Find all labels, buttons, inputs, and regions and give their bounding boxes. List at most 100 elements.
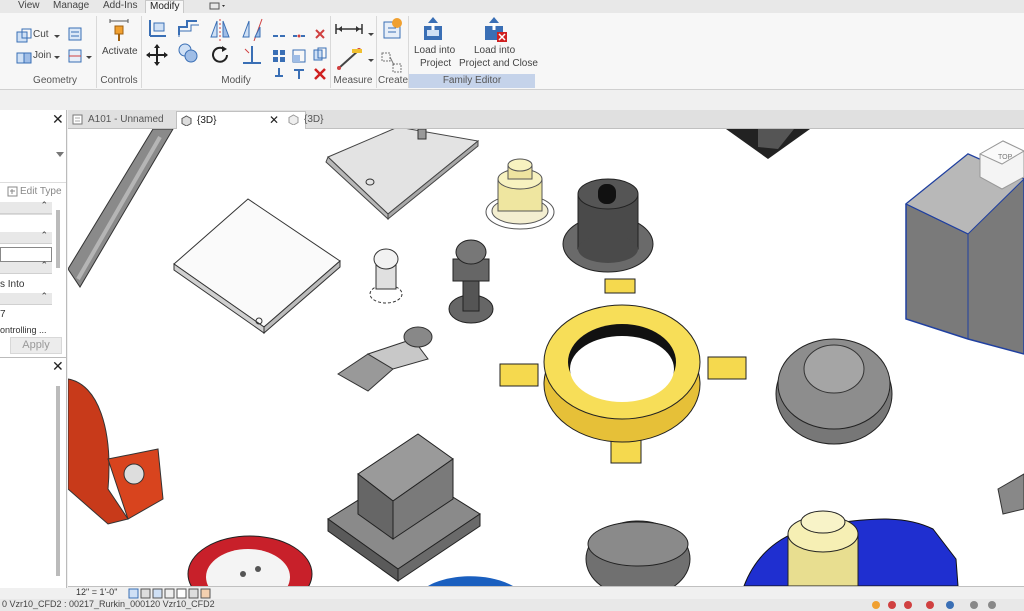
view-tab-3d-second[interactable]: {3D}: [284, 111, 364, 128]
split-element-icon[interactable]: [272, 29, 286, 43]
load-and-close-line2[interactable]: Project and Close: [459, 58, 538, 69]
grey-pipe[interactable]: [68, 129, 174, 288]
split-face-icon[interactable]: [66, 47, 84, 65]
red-pipe-clamp[interactable]: [68, 378, 164, 525]
panel-divider: [96, 16, 97, 88]
measure-between-icon[interactable]: [336, 47, 364, 71]
pin-icon[interactable]: [272, 67, 286, 81]
activate-controls-icon[interactable]: [107, 17, 131, 43]
panel-switch-icon: [209, 2, 225, 10]
offset-icon[interactable]: [176, 17, 200, 39]
align-icon[interactable]: [147, 17, 169, 39]
red-disc[interactable]: [187, 535, 313, 586]
view-tab-a101[interactable]: A101 - Unnamed: [68, 111, 188, 128]
bracket-assembly[interactable]: [337, 326, 433, 392]
cut-geometry-icon[interactable]: [15, 27, 33, 45]
split-gap-icon[interactable]: [292, 29, 306, 43]
dark-valve[interactable]: [448, 239, 494, 324]
chevron-down-icon[interactable]: [366, 27, 376, 45]
panel-title-modify: Modify: [221, 75, 251, 86]
copy-icon[interactable]: [176, 41, 200, 65]
properties-group-header[interactable]: ⌃: [0, 230, 52, 244]
activate-label[interactable]: Activate: [102, 46, 138, 57]
status-bar: 0 Vzr10_CFD2 : 00217_Rurkin_000120 Vzr10…: [0, 599, 1024, 611]
grey-partial-object[interactable]: [997, 473, 1024, 515]
tab-add-ins[interactable]: Add-Ins: [99, 0, 141, 13]
dome-cap[interactable]: [775, 338, 893, 445]
cut-label[interactable]: Cut: [33, 29, 49, 40]
view-tab-bar: A101 - Unnamed {3D} ✕ {3D}: [68, 110, 1024, 129]
ribbon-tab-bar: View Manage Add-Ins Modify: [0, 0, 1024, 14]
tab-manage[interactable]: Manage: [49, 0, 93, 13]
block-on-base[interactable]: [327, 433, 481, 582]
join-label[interactable]: Join: [33, 50, 51, 61]
scale-icon[interactable]: [292, 49, 306, 63]
view-scale[interactable]: 12" = 1'-0": [76, 587, 117, 597]
panel-title-geometry: Geometry: [33, 75, 77, 86]
panel-divider: [330, 16, 331, 88]
view-tab-3d-second-label: {3D}: [304, 114, 324, 125]
rotate-icon[interactable]: [208, 43, 232, 67]
view-tab-a101-label: A101 - Unnamed: [88, 114, 164, 125]
chevron-down-icon[interactable]: [366, 53, 376, 71]
join-geometry-small-icon[interactable]: [66, 25, 84, 43]
divider: [0, 214, 52, 215]
create-similar-icon[interactable]: [380, 16, 406, 42]
properties-group-header[interactable]: ⌃: [0, 200, 52, 214]
load-and-close-line1[interactable]: Load into: [474, 45, 515, 56]
panel-divider: [141, 16, 142, 88]
panel-title-family-editor: Family Editor: [442, 75, 502, 86]
trim-extend-icon[interactable]: [240, 43, 264, 67]
panel-title-controls: Controls: [100, 75, 138, 86]
close-icon[interactable]: ✕: [52, 111, 64, 128]
grey-dome-bottom[interactable]: [585, 520, 691, 586]
properties-scrollbar[interactable]: [56, 210, 60, 268]
chevron-down-icon[interactable]: [52, 27, 62, 45]
blue-partial-object[interactable]: [428, 576, 513, 586]
load-into-project-icon[interactable]: [421, 16, 445, 42]
small-valve[interactable]: [369, 248, 403, 304]
load-into-project-and-close-icon[interactable]: [482, 16, 508, 42]
join-geometry-icon[interactable]: [15, 48, 33, 66]
tab-modify[interactable]: Modify: [145, 0, 185, 14]
family-category-icon[interactable]: [380, 51, 406, 75]
apply-button[interactable]: Apply: [10, 337, 62, 354]
aligned-dimension-icon[interactable]: [334, 17, 364, 37]
edit-type-row: Edit Type: [0, 182, 66, 200]
unpin-small-icon[interactable]: [292, 67, 306, 81]
flat-tile[interactable]: [173, 198, 341, 335]
close-icon[interactable]: ✕: [269, 112, 279, 129]
load-into-project-line2[interactable]: Project: [420, 58, 451, 69]
edit-type-icon[interactable]: [7, 186, 18, 197]
drawing-canvas[interactable]: TOP: [68, 129, 1024, 586]
yellow-ring-with-tabs[interactable]: [499, 278, 747, 464]
tab-view[interactable]: View: [14, 0, 44, 13]
status-icons[interactable]: [870, 600, 1020, 610]
tab-contextual-dropdown[interactable]: [203, 0, 233, 13]
load-into-project-line1[interactable]: Load into: [414, 45, 455, 56]
type-selector-chevron-icon[interactable]: [56, 152, 64, 158]
properties-group-header[interactable]: ⌃: [0, 291, 52, 305]
project-browser-scrollbar[interactable]: [56, 386, 60, 576]
array-icon[interactable]: [272, 49, 286, 63]
close-icon[interactable]: ✕: [52, 358, 64, 375]
unpin-icon[interactable]: [313, 27, 327, 43]
mirror-pick-axis-icon[interactable]: [208, 17, 232, 41]
view-cube-top-label[interactable]: TOP: [998, 154, 1013, 161]
chevron-down-icon[interactable]: [84, 48, 94, 66]
plate-with-hole[interactable]: [325, 129, 480, 221]
copy-clipboard-icon[interactable]: [313, 47, 327, 61]
chevron-down-icon[interactable]: [52, 48, 62, 66]
delete-icon[interactable]: [313, 67, 327, 81]
edit-type-button[interactable]: Edit Type: [20, 186, 62, 197]
black-block[interactable]: [726, 129, 810, 159]
grey-cap-with-flange[interactable]: [562, 178, 654, 273]
move-icon[interactable]: [145, 43, 169, 67]
mirror-draw-axis-icon[interactable]: [240, 17, 264, 41]
yellow-stacked-fitting[interactable]: [485, 158, 555, 230]
properties-group-header[interactable]: ⌃: [0, 260, 52, 274]
panel-title-measure: Measure: [333, 75, 373, 86]
blue-yellow-fitting[interactable]: [743, 510, 959, 586]
3d-model-view[interactable]: TOP: [68, 129, 1024, 586]
view-control-icons[interactable]: [128, 588, 218, 599]
